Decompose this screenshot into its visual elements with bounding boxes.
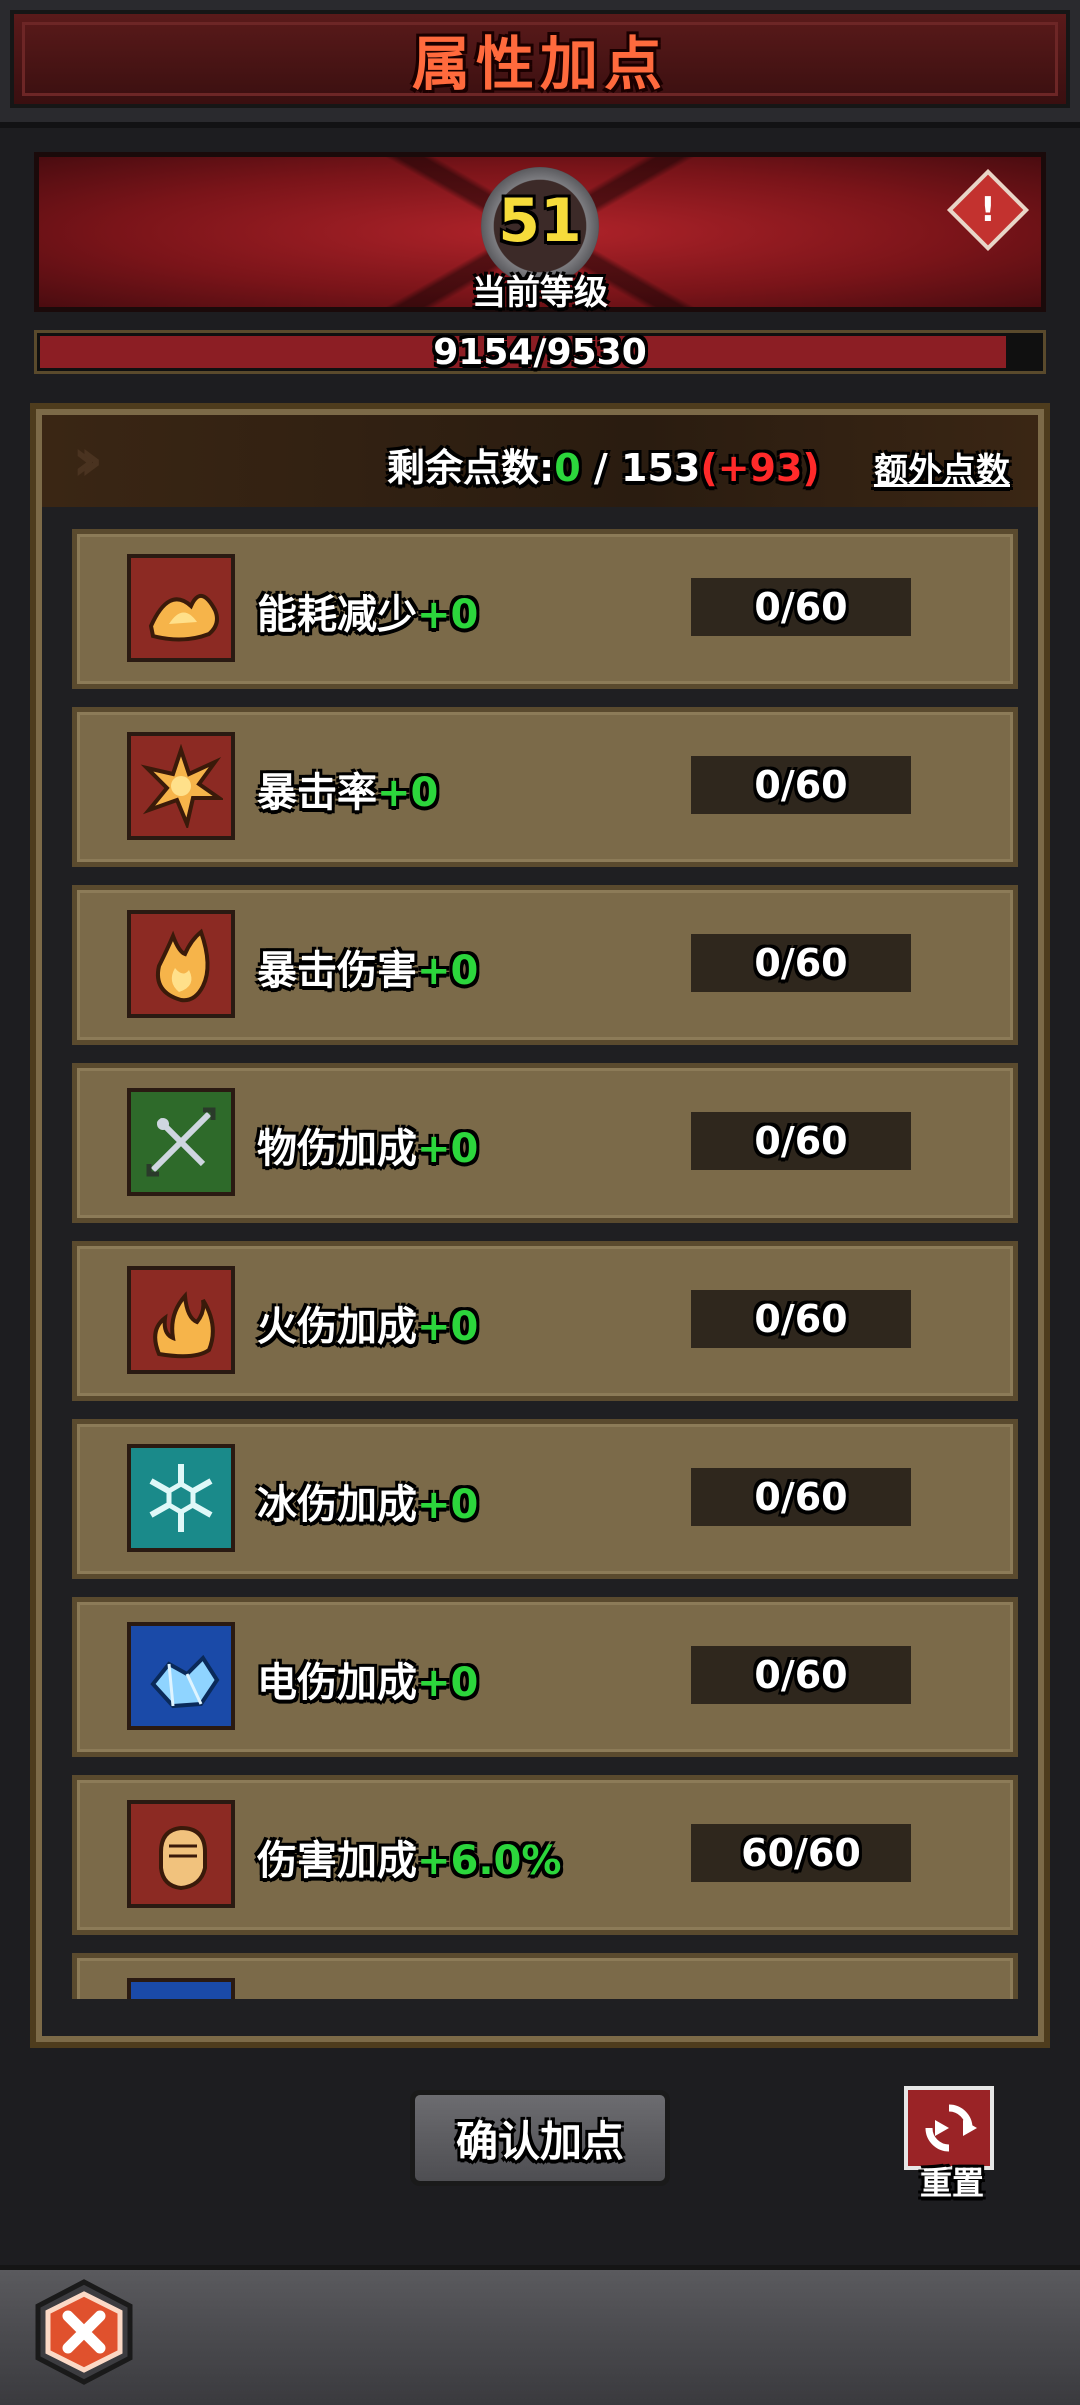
attribute-row[interactable]: 物伤加成+0 0/60 [72, 1063, 1018, 1223]
attribute-name: 伤害加成 [257, 1838, 417, 1884]
attribute-label: 能耗减少+0 [257, 582, 478, 640]
crossed-arrows-icon [127, 1088, 235, 1196]
snowflake-icon [127, 1444, 235, 1552]
attribute-bonus: +0 [417, 1126, 479, 1172]
level-banner: 51 当前等级 ! [34, 152, 1046, 313]
attribute-bonus: +6.0% [417, 1838, 562, 1884]
remaining-points-value: 0 [554, 446, 581, 490]
attribute-row-partial[interactable] [72, 1953, 1018, 1999]
attribute-value: 0/60 [691, 578, 911, 636]
xp-progress-bar: 9154/9530 [34, 330, 1046, 374]
total-points-value: 153 [621, 446, 701, 490]
title-frame: 属性加点 [10, 10, 1070, 108]
attribute-label: 暴击率+0 [257, 760, 438, 818]
attribute-row[interactable]: 电伤加成+0 0/60 [72, 1597, 1018, 1757]
attribute-row[interactable]: 暴击率+0 0/60 [72, 707, 1018, 867]
attribute-bonus: +0 [417, 1660, 479, 1706]
xp-progress-text: 9154/9530 [433, 331, 647, 373]
level-label: 当前等级 [472, 273, 608, 313]
title-bar: 属性加点 [0, 0, 1080, 128]
attribute-panel: ›› 剩余点数:0 / 153(+93) 额外点数 能耗减少+0 0/60 暴击率+… [30, 403, 1050, 2048]
fire-icon [127, 910, 235, 1018]
bottom-bar [0, 2265, 1080, 2405]
attribute-bonus: +0 [417, 948, 479, 994]
partial-attribute-icon [127, 1978, 235, 1999]
flame-pile-icon [127, 554, 235, 662]
attribute-label: 物伤加成+0 [257, 1116, 478, 1174]
remaining-points: 剩余点数:0 / 153(+93) [387, 437, 820, 492]
attribute-row[interactable]: 火伤加成+0 0/60 [72, 1241, 1018, 1401]
reset-label: 重置 [919, 2164, 984, 2202]
fist-icon [127, 1800, 235, 1908]
page-title: 属性加点 [411, 30, 668, 98]
attribute-name: 电伤加成 [257, 1660, 417, 1706]
attribute-name: 暴击率 [257, 770, 377, 816]
extra-points-link[interactable]: 额外点数 [874, 443, 1010, 492]
close-button[interactable] [30, 2278, 138, 2386]
attribute-label: 火伤加成+0 [257, 1294, 478, 1352]
attribute-value: 0/60 [691, 934, 911, 992]
attribute-value: 0/60 [691, 1646, 911, 1704]
close-icon [35, 2279, 133, 2385]
attribute-bonus: +0 [377, 770, 439, 816]
attribute-label: 暴击伤害+0 [257, 938, 478, 996]
remaining-points-label: 剩余点数: [387, 446, 555, 490]
burst-icon [127, 732, 235, 840]
attribute-bonus: +0 [417, 1304, 479, 1350]
attribute-name: 暴击伤害 [257, 948, 417, 994]
points-header: ›› 剩余点数:0 / 153(+93) 额外点数 [42, 415, 1038, 507]
attribute-label: 伤害加成+6.0% [257, 1828, 561, 1886]
level-number: 51 [498, 186, 582, 256]
flames-icon [127, 1266, 235, 1374]
chevron-decoration-icon: ›› [72, 425, 104, 495]
attribute-value: 0/60 [691, 1112, 911, 1170]
info-alert-icon[interactable]: ! [946, 168, 1030, 252]
attribute-label: 冰伤加成+0 [257, 1472, 478, 1530]
attribute-label: 电伤加成+0 [257, 1650, 478, 1708]
points-separator: / [580, 446, 621, 490]
attribute-value: 0/60 [691, 1290, 911, 1348]
attribute-name: 物伤加成 [257, 1126, 417, 1172]
attribute-name: 冰伤加成 [257, 1482, 417, 1528]
attribute-value: 0/60 [691, 756, 911, 814]
attribute-bonus: +0 [417, 592, 479, 638]
attribute-row[interactable]: 暴击伤害+0 0/60 [72, 885, 1018, 1045]
attribute-row[interactable]: 能耗减少+0 0/60 [72, 529, 1018, 689]
attribute-row[interactable]: 伤害加成+6.0% 60/60 [72, 1775, 1018, 1935]
attribute-list[interactable]: 能耗减少+0 0/60 暴击率+0 0/60 暴击伤害+0 0/60 物伤加成+0 0/60 火… [72, 529, 1018, 1999]
attribute-bonus: +0 [417, 1482, 479, 1528]
reset-button[interactable]: 重置 [904, 2086, 1000, 2202]
bonus-points-value: (+93) [700, 446, 820, 490]
attribute-value: 60/60 [691, 1824, 911, 1882]
attribute-name: 火伤加成 [257, 1304, 417, 1350]
attribute-name: 能耗减少 [257, 592, 417, 638]
attribute-row[interactable]: 冰伤加成+0 0/60 [72, 1419, 1018, 1579]
attribute-value: 0/60 [691, 1468, 911, 1526]
confirm-points-button[interactable]: 确认加点 [410, 2090, 670, 2186]
crystal-icon [127, 1622, 235, 1730]
